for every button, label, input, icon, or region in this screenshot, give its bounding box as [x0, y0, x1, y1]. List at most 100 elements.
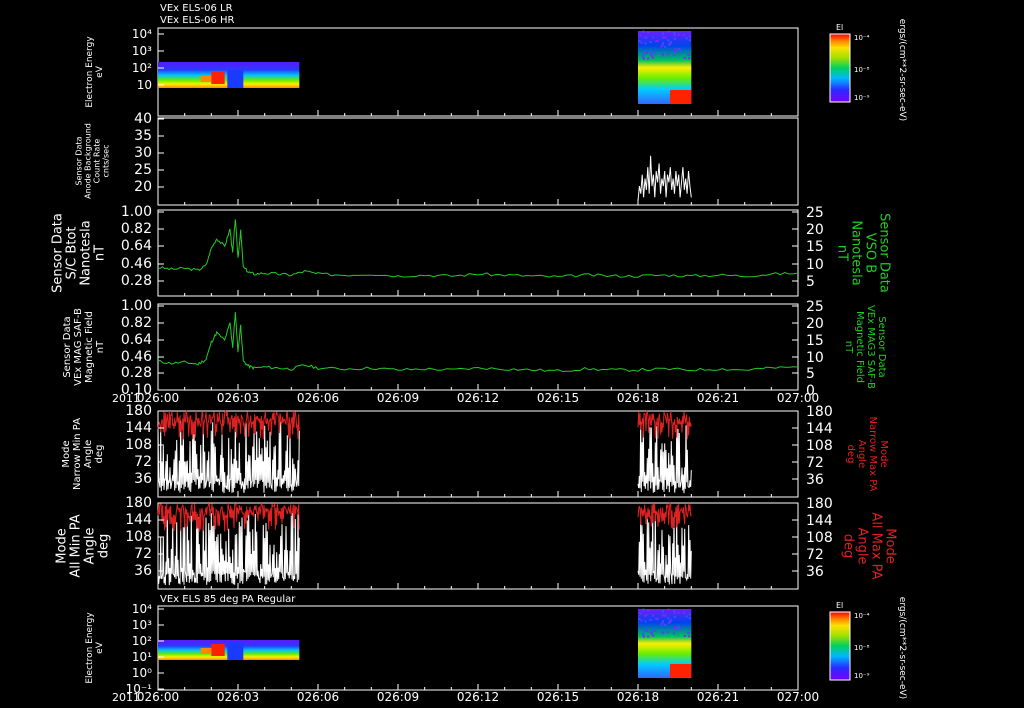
xtick-label-mid: 026:18 — [617, 391, 659, 405]
ylabel-line: Sensor Data — [62, 316, 73, 377]
ytick-label-bmag: 1.00 — [121, 298, 152, 314]
spectrogram-dot-spec1 — [639, 34, 642, 37]
ytick-label-spec1: 10 — [137, 78, 152, 92]
xtick-label-bottom: 026:15 — [537, 690, 579, 704]
ylabel-line: nT — [93, 245, 108, 261]
ylabel-line: Count Rate — [92, 139, 101, 184]
spectrogram-dot-spec2 — [642, 635, 645, 638]
spectrogram-dot-spec2 — [673, 632, 676, 635]
ytick-right-label-paa: 108 — [806, 530, 833, 546]
spectrogram-dot-spec1 — [675, 49, 678, 52]
spectrogram-dot-spec2 — [675, 627, 678, 630]
xtick-label-bottom: 026:06 — [297, 690, 339, 704]
ylabel-line: Angle — [856, 440, 867, 468]
spectrogram-dot-spec2 — [687, 632, 690, 635]
spectrogram-dot-spec2 — [683, 635, 686, 638]
ytick-label-bmag: 0.82 — [121, 315, 152, 331]
ylabel-line: Sensor Data — [74, 136, 83, 185]
spectrogram-dot-spec2 — [669, 621, 672, 624]
series-line-pan-max — [157, 409, 300, 440]
series-line-paa-max — [637, 501, 692, 530]
ytick-label-spec2: 10² — [132, 634, 152, 648]
spectrogram-dot-spec2 — [673, 615, 676, 618]
ylabel-line: Nanotesla — [848, 220, 863, 285]
series-line-pan-min — [637, 421, 692, 494]
spectrogram-dot-spec2 — [662, 620, 664, 623]
spectrogram-dot-spec2 — [667, 608, 670, 611]
year-label-mid: 2011 — [112, 392, 140, 405]
xtick-label-bottom: 026:21 — [697, 690, 739, 704]
ytick-right-label-pan: 72 — [806, 455, 824, 471]
spectrogram-dot-spec1 — [647, 57, 650, 60]
spectrogram-dot-spec1 — [688, 57, 691, 60]
ytick-right-label-paa: 36 — [806, 564, 824, 580]
spectrogram-dot-spec2 — [645, 614, 648, 617]
spectrogram-dot-spec1 — [687, 54, 690, 57]
spectrogram-dot-spec2 — [664, 623, 667, 626]
spectrogram-dot-spec1 — [642, 55, 645, 58]
ytick-label-pan: 180 — [125, 403, 152, 419]
year-label-bottom: 2011 — [112, 691, 140, 704]
spectrogram-dip-spec2 — [227, 642, 244, 660]
spectrogram-dot-spec2 — [647, 635, 650, 638]
ytick-label-bsc: 0.46 — [121, 256, 152, 272]
ytick-right-label-pan: 144 — [806, 421, 833, 437]
ylabel-line: Angle — [854, 528, 869, 565]
ytick-label-bkg: 20 — [134, 179, 152, 195]
spectrogram-dot-spec1 — [673, 54, 676, 57]
ytick-label-bmag: 0.46 — [121, 349, 152, 365]
spectrogram-dot-spec2 — [642, 633, 645, 636]
spectrogram-dot-spec2 — [649, 619, 652, 621]
ytick-label-bsc: 0.82 — [121, 221, 152, 237]
ylabel-line: Magnetic Field — [84, 311, 95, 383]
colorbar-tick-spec2: 10⁻⁹ — [854, 672, 870, 680]
colorbar-unit-spec2: ergs/(cm**2-sr-sec-eV) — [897, 597, 907, 699]
ytick-label-pan: 72 — [134, 454, 152, 470]
ytick-label-bkg: 35 — [134, 128, 152, 144]
xtick-label-bottom: 026:00 — [137, 690, 179, 704]
ytick-right-label-paa: 72 — [806, 547, 824, 563]
ylabel-spec1: Electron Energy eV — [85, 36, 105, 108]
xtick-label-bottom: 027:00 — [777, 690, 819, 704]
spectrogram-dot-spec1 — [642, 30, 645, 33]
panel-frame-bmag — [157, 303, 799, 391]
ylabel-bkg: Sensor Data Anode Background Count Rate cnt… — [74, 123, 110, 199]
xtick-label-bottom: 026:09 — [377, 690, 419, 704]
ytick-right-label-bmag: 15 — [806, 333, 824, 349]
colorbar-title-spec1: El — [836, 23, 843, 32]
spectrogram-dot-spec1 — [655, 40, 658, 42]
colorbar-tick-spec2: 10⁻⁸ — [854, 644, 870, 652]
ylabel-line: deg — [845, 445, 856, 464]
ylabel-line: eV — [95, 65, 105, 78]
ytick-label-bkg: 30 — [134, 145, 152, 161]
ylabel-line: Sensor Data — [876, 213, 891, 293]
spectrogram-dot-spec1 — [667, 39, 670, 42]
ytick-right-label-bsc: 20 — [806, 222, 824, 238]
ylabel-line: VEx MAG3 SAF-B — [865, 305, 876, 389]
series-line-bmag — [157, 312, 799, 373]
spectrogram-dot-spec1 — [677, 47, 680, 50]
colorbar-tick-spec1: 10⁻⁸ — [854, 66, 870, 74]
ytick-label-paa: 180 — [125, 495, 152, 511]
spectrogram-dot-spec2 — [638, 618, 641, 621]
spectrogram-dot-spec1 — [683, 34, 685, 37]
spectrogram-dot-spec1 — [673, 32, 676, 35]
xtick-label-mid: 026:06 — [297, 391, 339, 405]
spectrogram-peak-late-spec2 — [670, 664, 692, 678]
ytick-label-paa: 108 — [125, 529, 152, 545]
spectrogram-dot-spec1 — [677, 33, 680, 36]
spectrogram-dot-spec1 — [685, 37, 688, 40]
ylabel-line: VEx MAG SAF-B — [73, 308, 84, 386]
spectrogram-dot-spec1 — [652, 56, 655, 59]
ylabel-line: Mode — [61, 440, 72, 467]
spectrogram-dot-spec1 — [667, 30, 670, 33]
ytick-label-bkg: 25 — [134, 162, 152, 178]
xtick-label-mid: 026:21 — [697, 391, 739, 405]
spectrogram-dot-spec1 — [689, 35, 691, 38]
spectrogram-dot-spec1 — [649, 41, 652, 43]
ylabel-line: S/C Btot — [65, 227, 80, 280]
xtick-label-mid: 026:09 — [377, 391, 419, 405]
colorbar-title-spec2: El — [836, 601, 843, 610]
ytick-right-label-pan: 108 — [806, 438, 833, 454]
ytick-label-paa: 36 — [134, 563, 152, 579]
